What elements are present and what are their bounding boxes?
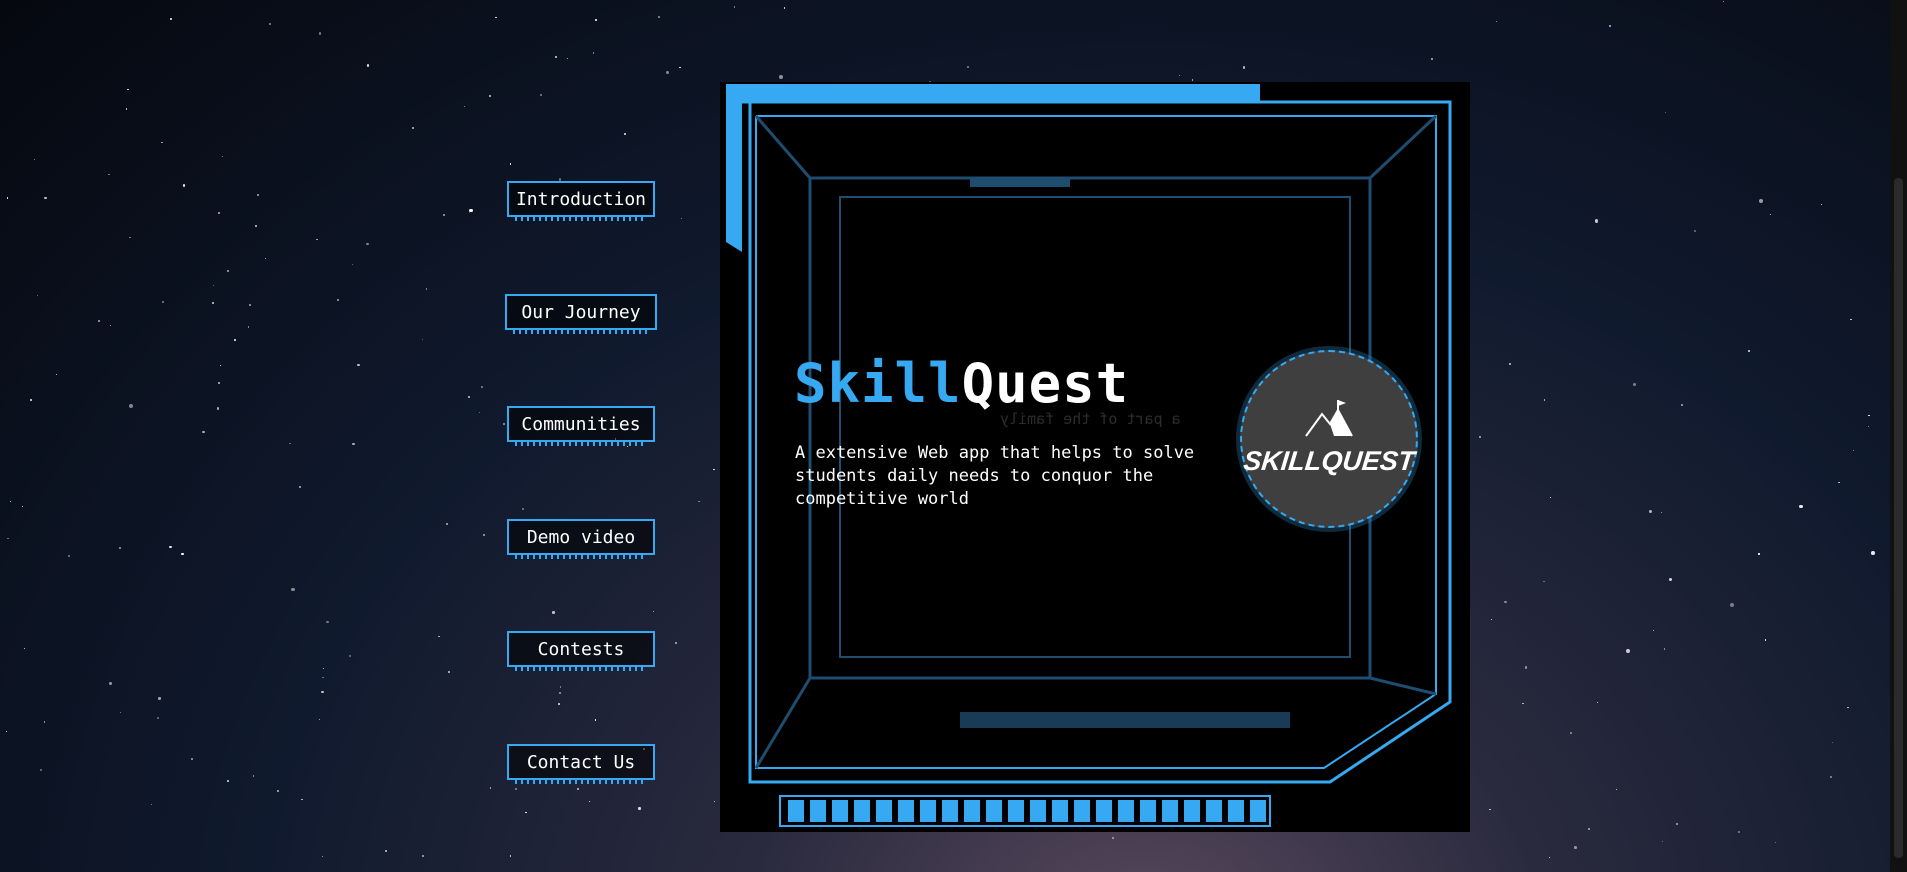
nav-demo-video-button[interactable]: Demo video: [507, 519, 655, 559]
nav-contests-button[interactable]: Contests: [507, 631, 655, 671]
title-skill: Skill: [794, 352, 962, 415]
skillquest-logo: SKILLQUEST: [1240, 350, 1418, 528]
nav-our-journey-button[interactable]: Our Journey: [505, 294, 657, 334]
nav-label: Demo video: [526, 527, 636, 548]
nav-label: Introduction: [515, 189, 647, 210]
nav-label: Contests: [537, 639, 625, 660]
mountain-flag-icon: [1305, 400, 1353, 437]
nav-label: Our Journey: [521, 302, 641, 323]
nav-label: Communities: [521, 414, 641, 435]
page-title: SkillQuest: [794, 352, 1129, 416]
logo-wordmark: SKILLQUEST: [1241, 446, 1417, 476]
nav-communities-button[interactable]: Communities: [507, 406, 655, 446]
scrollbar[interactable]: [1890, 0, 1907, 872]
scrollbar-thumb[interactable]: [1894, 178, 1903, 858]
nav-introduction-button[interactable]: Introduction: [507, 181, 655, 221]
title-quest: Quest: [961, 352, 1130, 415]
nav-label: Contact Us: [526, 752, 636, 773]
nav-contact-us-button[interactable]: Contact Us: [507, 744, 655, 784]
hero-description: A extensive Web app that helps to solve …: [795, 443, 1195, 509]
